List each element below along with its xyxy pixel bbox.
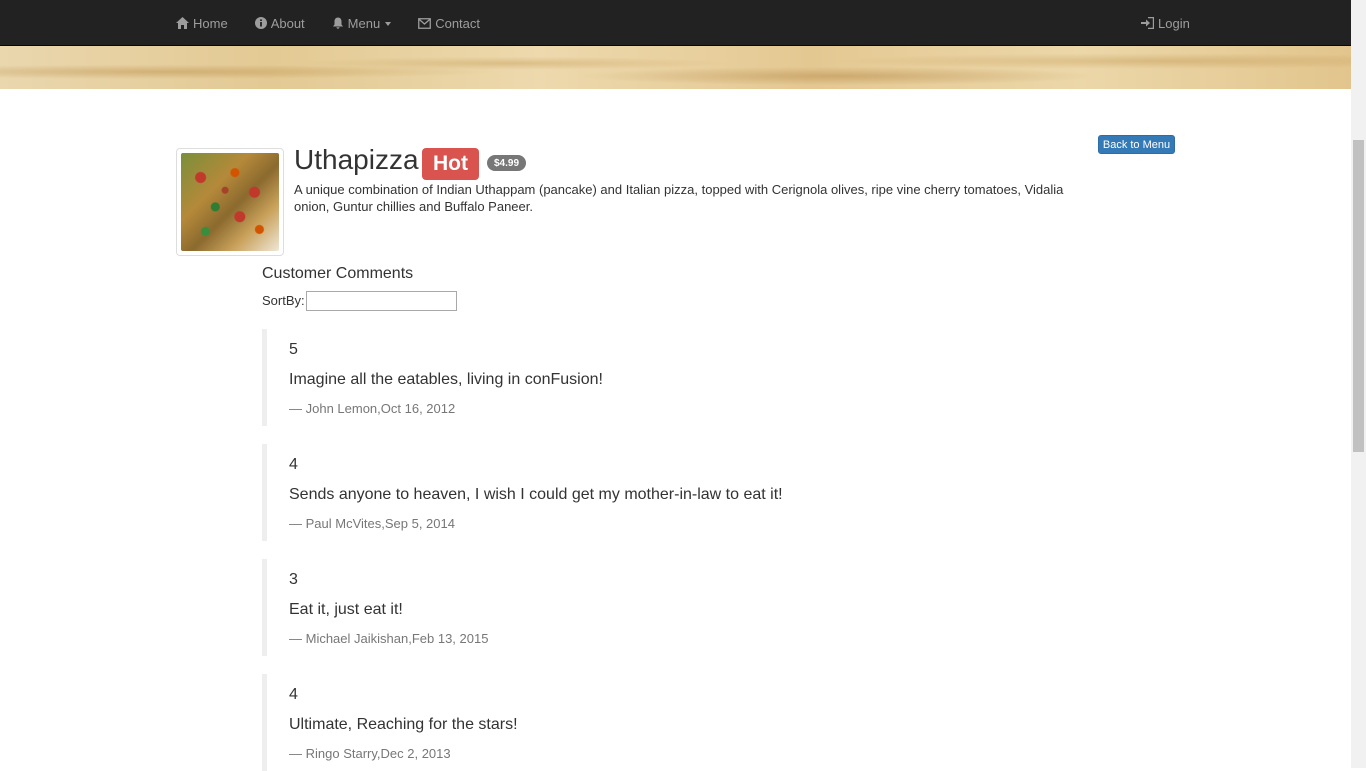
- comment-text: Eat it, just eat it!: [289, 601, 403, 618]
- price-badge: $4.99: [487, 155, 526, 171]
- comment-text: Ultimate, Reaching for the stars!: [289, 716, 518, 733]
- pizza-image: [181, 153, 279, 251]
- comment-author: — John Lemon,Oct 16, 2012: [289, 401, 456, 416]
- nav-contact-label: Contact: [435, 15, 481, 31]
- nav-right: Login: [1141, 0, 1190, 46]
- nav-menu-dropdown[interactable]: Menu: [332, 16, 392, 31]
- comment-author: — Michael Jaikishan,Feb 13, 2015: [289, 631, 489, 646]
- nav-links: Home About Menu Contact: [176, 0, 507, 46]
- sort-input[interactable]: [306, 291, 457, 311]
- bell-icon: [332, 17, 343, 29]
- comment-item: 4 Ultimate, Reaching for the stars! — Ri…: [262, 674, 962, 771]
- vertical-scrollbar[interactable]: [1351, 0, 1366, 768]
- comments-heading: Customer Comments: [262, 265, 414, 282]
- top-navbar: Home About Menu Contact Login: [0, 0, 1351, 46]
- comment-text: Imagine all the eatables, living in conF…: [289, 371, 603, 388]
- nav-home-link[interactable]: Home: [176, 16, 228, 31]
- chevron-down-icon: [385, 22, 392, 26]
- nav-home-label: Home: [193, 15, 228, 31]
- comment-item: 4 Sends anyone to heaven, I wish I could…: [262, 444, 962, 541]
- comment-item: 5 Imagine all the eatables, living in co…: [262, 329, 962, 426]
- nav-contact-link[interactable]: Contact: [418, 16, 480, 31]
- comment-rating: 3: [289, 571, 298, 588]
- scrollbar-thumb[interactable]: [1353, 140, 1364, 452]
- login-icon: [1141, 17, 1154, 29]
- nav-menu-label: Menu: [347, 15, 381, 31]
- sort-label: SortBy:: [262, 293, 305, 308]
- nav-login-label: Login: [1158, 15, 1190, 31]
- hot-badge: Hot: [422, 148, 479, 180]
- home-icon: [176, 17, 189, 29]
- comment-text: Sends anyone to heaven, I wish I could g…: [289, 486, 783, 503]
- comment-author: — Ringo Starry,Dec 2, 2013: [289, 746, 451, 761]
- dish-name: Uthapizza: [294, 144, 419, 175]
- comment-item: 3 Eat it, just eat it! — Michael Jaikish…: [262, 559, 962, 656]
- nav-login-link[interactable]: Login: [1141, 16, 1190, 31]
- dish-description: A unique combination of Indian Uthappam …: [294, 182, 1064, 214]
- comment-author: — Paul McVites,Sep 5, 2014: [289, 516, 455, 531]
- nav-about-label: About: [270, 15, 305, 31]
- comment-rating: 4: [289, 456, 298, 473]
- header-banner: [0, 46, 1351, 89]
- comment-rating: 5: [289, 341, 298, 358]
- nav-about-link[interactable]: About: [254, 15, 305, 31]
- dish-thumbnail: [176, 148, 284, 256]
- back-to-menu-button[interactable]: Back to Menu: [1098, 135, 1175, 154]
- comment-rating: 4: [289, 686, 298, 703]
- envelope-icon: [418, 17, 432, 29]
- info-circle-icon: [254, 17, 267, 29]
